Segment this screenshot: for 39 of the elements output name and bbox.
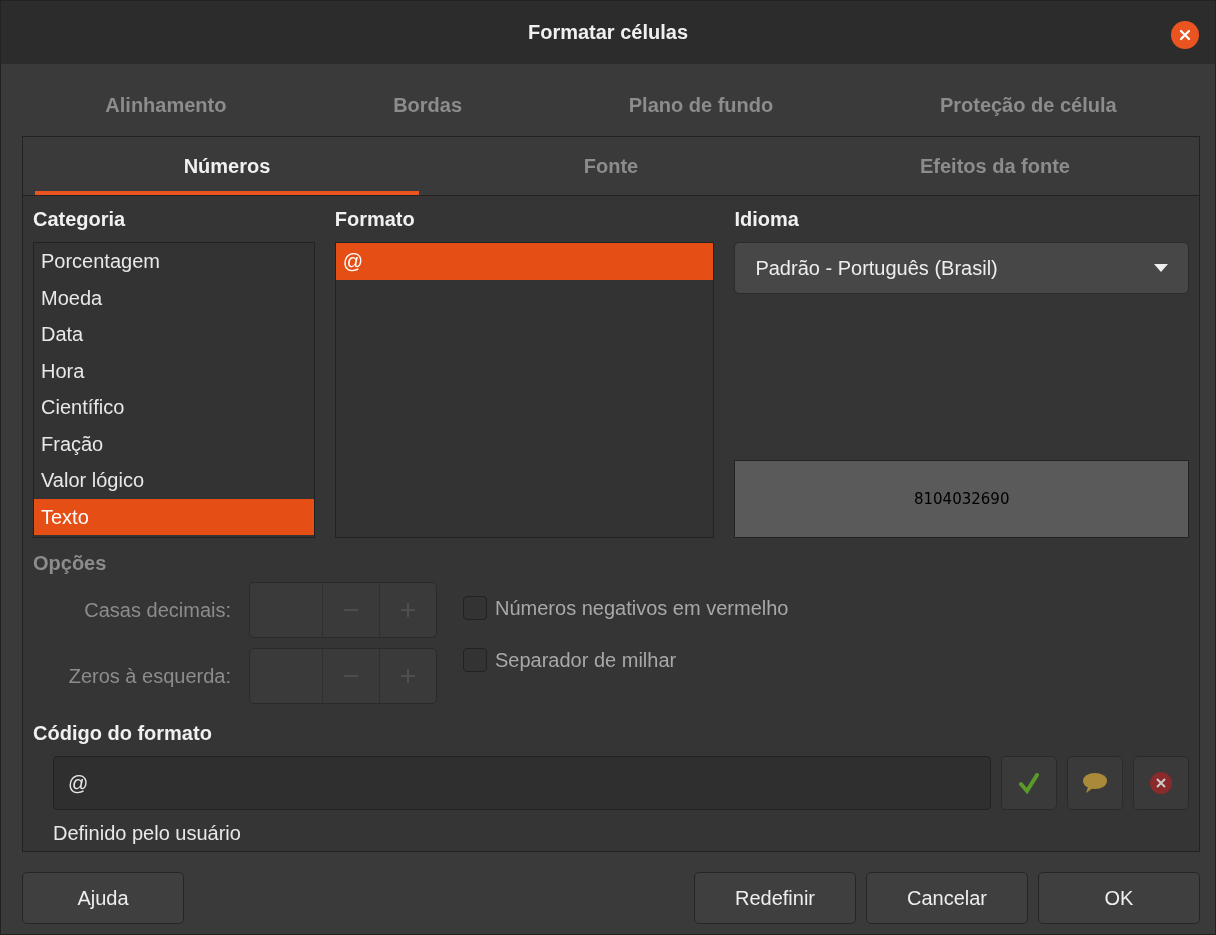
list-item[interactable]: @ bbox=[335, 243, 714, 280]
delete-icon bbox=[1149, 771, 1173, 795]
list-item[interactable]: Porcentagem bbox=[34, 243, 314, 280]
window-title: Formatar células bbox=[527, 21, 689, 44]
dialog-button[interactable]: Redefinir bbox=[694, 872, 856, 924]
checkbox-label: Números negativos em vermelho bbox=[495, 596, 789, 620]
spin-field[interactable] bbox=[249, 648, 437, 704]
list-item[interactable]: Valor lógico bbox=[34, 462, 314, 499]
field-label: Zeros à esquerda: bbox=[68, 664, 231, 688]
speech-bubble-icon bbox=[1082, 772, 1108, 794]
checkmark-icon bbox=[1018, 772, 1040, 794]
spin-field[interactable] bbox=[249, 582, 437, 638]
speech-bubble-button[interactable] bbox=[1067, 756, 1123, 810]
caret-icon bbox=[1154, 264, 1168, 272]
list-item[interactable]: Data bbox=[34, 316, 314, 353]
section-heading: Formato bbox=[334, 208, 416, 232]
list-item[interactable]: Científico bbox=[34, 389, 314, 426]
checkmark-button[interactable] bbox=[1001, 756, 1057, 810]
list-item[interactable]: Hora bbox=[34, 352, 314, 389]
dialog-button[interactable]: OK bbox=[1038, 872, 1200, 924]
list-item[interactable]: Moeda bbox=[34, 279, 314, 316]
close-button[interactable] bbox=[1171, 21, 1199, 49]
format-code-field[interactable]: @ bbox=[53, 756, 991, 810]
tab[interactable]: Números bbox=[35, 137, 419, 195]
help-button[interactable]: Ajuda bbox=[22, 872, 184, 924]
list-item[interactable]: Fração bbox=[34, 425, 314, 462]
close-icon bbox=[1177, 27, 1193, 43]
section-heading: Categoria bbox=[33, 208, 127, 232]
delete-button[interactable] bbox=[1133, 756, 1189, 810]
language-dropdown[interactable]: Padrão - Português (Brasil) bbox=[734, 242, 1189, 294]
section-heading: Código do formato bbox=[33, 722, 213, 746]
list-item[interactable]: Texto bbox=[34, 498, 314, 535]
section-heading: Idioma bbox=[734, 208, 800, 232]
format-note: Definido pelo usuário bbox=[52, 822, 242, 845]
dialog-button[interactable]: Cancelar bbox=[866, 872, 1028, 924]
field-label: Casas decimais: bbox=[84, 598, 231, 622]
checkbox-label: Separador de milhar bbox=[495, 648, 677, 672]
preview-text: 8104032690 bbox=[914, 490, 1010, 508]
section-heading: Opções bbox=[33, 552, 108, 576]
